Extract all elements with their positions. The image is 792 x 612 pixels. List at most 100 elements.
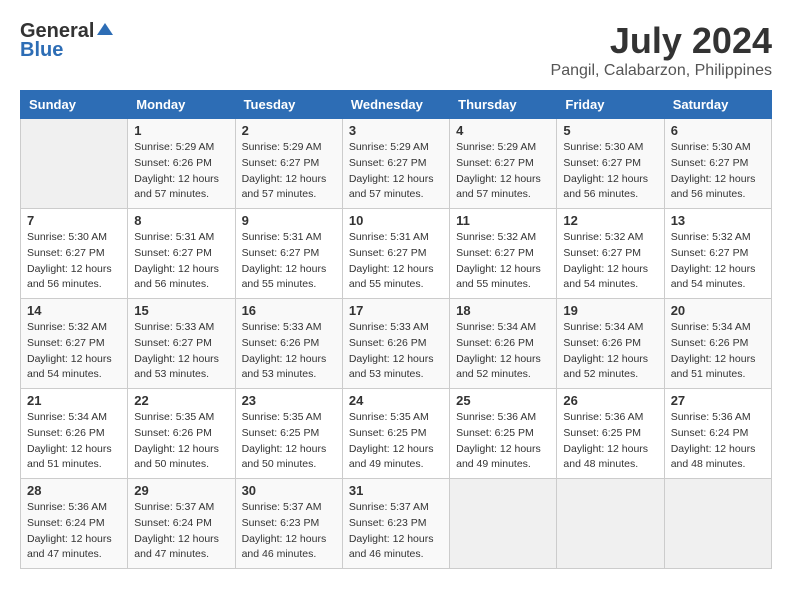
- day-info: Sunrise: 5:30 AM Sunset: 6:27 PM Dayligh…: [671, 140, 765, 203]
- calendar-cell: 7Sunrise: 5:30 AM Sunset: 6:27 PM Daylig…: [21, 209, 128, 299]
- calendar-cell: 11 Sunrise: 5:32 AM Sunset: 6:27 PM Dayli…: [450, 209, 557, 299]
- day-number: 20: [671, 303, 765, 318]
- day-info: Sunrise: 5:29 AM Sunset: 6:26 PM Dayligh…: [134, 140, 228, 203]
- calendar-cell: 6 Sunrise: 5:30 AM Sunset: 6:27 PM Daylig…: [664, 119, 771, 209]
- calendar-cell: 18 Sunrise: 5:34 AM Sunset: 6:26 PM Dayli…: [450, 299, 557, 389]
- day-info: Sunrise: 5:35 AM Sunset: 6:25 PM Dayligh…: [242, 410, 336, 473]
- day-info: Sunrise: 5:37 AM Sunset: 6:24 PM Dayligh…: [134, 500, 228, 563]
- column-header-wednesday: Wednesday: [342, 91, 449, 119]
- calendar-week-row: 28 Sunrise: 5:36 AM Sunset: 6:24 PM Dayli…: [21, 479, 772, 569]
- calendar-cell: 13 Sunrise: 5:32 AM Sunset: 6:27 PM Dayli…: [664, 209, 771, 299]
- calendar-cell: 27 Sunrise: 5:36 AM Sunset: 6:24 PM Dayli…: [664, 389, 771, 479]
- calendar-cell: 25Sunrise: 5:36 AM Sunset: 6:25 PM Dayli…: [450, 389, 557, 479]
- day-number: 13: [671, 213, 765, 228]
- day-number: 5: [563, 123, 657, 138]
- day-number: 21: [27, 393, 121, 408]
- calendar-cell: 10 Sunrise: 5:31 AM Sunset: 6:27 PM Dayli…: [342, 209, 449, 299]
- day-info: Sunrise: 5:32 AM Sunset: 6:27 PM Dayligh…: [456, 230, 550, 293]
- calendar-week-row: 21 Sunrise: 5:34 AM Sunset: 6:26 PM Dayli…: [21, 389, 772, 479]
- calendar-cell: [664, 479, 771, 569]
- column-header-thursday: Thursday: [450, 91, 557, 119]
- calendar-cell: 9 Sunrise: 5:31 AM Sunset: 6:27 PM Daylig…: [235, 209, 342, 299]
- calendar-cell: 22Sunrise: 5:35 AM Sunset: 6:26 PM Dayli…: [128, 389, 235, 479]
- day-number: 4: [456, 123, 550, 138]
- calendar-cell: 29 Sunrise: 5:37 AM Sunset: 6:24 PM Dayli…: [128, 479, 235, 569]
- calendar-week-row: 14 Sunrise: 5:32 AM Sunset: 6:27 PM Dayli…: [21, 299, 772, 389]
- calendar-week-row: 1 Sunrise: 5:29 AM Sunset: 6:26 PM Daylig…: [21, 119, 772, 209]
- day-number: 26: [563, 393, 657, 408]
- calendar-cell: 19Sunrise: 5:34 AM Sunset: 6:26 PM Dayli…: [557, 299, 664, 389]
- logo-blue-text: Blue: [20, 39, 63, 62]
- day-info: Sunrise: 5:32 AM Sunset: 6:27 PM Dayligh…: [27, 320, 121, 383]
- day-number: 8: [134, 213, 228, 228]
- day-number: 9: [242, 213, 336, 228]
- day-number: 24: [349, 393, 443, 408]
- day-info: Sunrise: 5:35 AM Sunset: 6:25 PM Dayligh…: [349, 410, 443, 473]
- day-info: Sunrise: 5:29 AM Sunset: 6:27 PM Dayligh…: [242, 140, 336, 203]
- day-number: 10: [349, 213, 443, 228]
- column-header-tuesday: Tuesday: [235, 91, 342, 119]
- day-info: Sunrise: 5:33 AM Sunset: 6:26 PM Dayligh…: [349, 320, 443, 383]
- day-info: Sunrise: 5:36 AM Sunset: 6:24 PM Dayligh…: [27, 500, 121, 563]
- calendar-cell: [450, 479, 557, 569]
- calendar-header-row: SundayMondayTuesdayWednesdayThursdayFrid…: [21, 91, 772, 119]
- calendar-cell: 5 Sunrise: 5:30 AM Sunset: 6:27 PM Daylig…: [557, 119, 664, 209]
- day-info: Sunrise: 5:33 AM Sunset: 6:26 PM Dayligh…: [242, 320, 336, 383]
- location-title: Pangil, Calabarzon, Philippines: [551, 62, 772, 80]
- day-number: 29: [134, 483, 228, 498]
- calendar-cell: [557, 479, 664, 569]
- day-info: Sunrise: 5:34 AM Sunset: 6:26 PM Dayligh…: [671, 320, 765, 383]
- calendar-cell: 2 Sunrise: 5:29 AM Sunset: 6:27 PM Daylig…: [235, 119, 342, 209]
- day-info: Sunrise: 5:36 AM Sunset: 6:24 PM Dayligh…: [671, 410, 765, 473]
- calendar-cell: 21 Sunrise: 5:34 AM Sunset: 6:26 PM Dayli…: [21, 389, 128, 479]
- day-info: Sunrise: 5:29 AM Sunset: 6:27 PM Dayligh…: [456, 140, 550, 203]
- day-info: Sunrise: 5:36 AM Sunset: 6:25 PM Dayligh…: [456, 410, 550, 473]
- day-info: Sunrise: 5:34 AM Sunset: 6:26 PM Dayligh…: [563, 320, 657, 383]
- day-info: Sunrise: 5:32 AM Sunset: 6:27 PM Dayligh…: [671, 230, 765, 293]
- day-number: 1: [134, 123, 228, 138]
- day-number: 6: [671, 123, 765, 138]
- day-info: Sunrise: 5:31 AM Sunset: 6:27 PM Dayligh…: [242, 230, 336, 293]
- day-info: Sunrise: 5:34 AM Sunset: 6:26 PM Dayligh…: [27, 410, 121, 473]
- calendar-cell: 20 Sunrise: 5:34 AM Sunset: 6:26 PM Dayli…: [664, 299, 771, 389]
- calendar-table: SundayMondayTuesdayWednesdayThursdayFrid…: [20, 90, 772, 569]
- day-number: 27: [671, 393, 765, 408]
- calendar-cell: 12 Sunrise: 5:32 AM Sunset: 6:27 PM Dayli…: [557, 209, 664, 299]
- day-info: Sunrise: 5:32 AM Sunset: 6:27 PM Dayligh…: [563, 230, 657, 293]
- day-info: Sunrise: 5:34 AM Sunset: 6:26 PM Dayligh…: [456, 320, 550, 383]
- calendar-cell: [21, 119, 128, 209]
- day-number: 11: [456, 213, 550, 228]
- calendar-cell: 24 Sunrise: 5:35 AM Sunset: 6:25 PM Dayli…: [342, 389, 449, 479]
- day-info: Sunrise: 5:29 AM Sunset: 6:27 PM Dayligh…: [349, 140, 443, 203]
- calendar-cell: 15 Sunrise: 5:33 AM Sunset: 6:27 PM Dayli…: [128, 299, 235, 389]
- calendar-cell: 3Sunrise: 5:29 AM Sunset: 6:27 PM Daylig…: [342, 119, 449, 209]
- day-info: Sunrise: 5:33 AM Sunset: 6:27 PM Dayligh…: [134, 320, 228, 383]
- day-info: Sunrise: 5:30 AM Sunset: 6:27 PM Dayligh…: [563, 140, 657, 203]
- logo: General Blue: [20, 20, 113, 62]
- calendar-cell: 8Sunrise: 5:31 AM Sunset: 6:27 PM Daylig…: [128, 209, 235, 299]
- day-number: 12: [563, 213, 657, 228]
- day-number: 2: [242, 123, 336, 138]
- day-info: Sunrise: 5:36 AM Sunset: 6:25 PM Dayligh…: [563, 410, 657, 473]
- day-number: 28: [27, 483, 121, 498]
- day-number: 14: [27, 303, 121, 318]
- day-info: Sunrise: 5:37 AM Sunset: 6:23 PM Dayligh…: [349, 500, 443, 563]
- logo-triangle-icon: [97, 21, 113, 42]
- day-number: 7: [27, 213, 121, 228]
- day-number: 15: [134, 303, 228, 318]
- calendar-cell: 4 Sunrise: 5:29 AM Sunset: 6:27 PM Daylig…: [450, 119, 557, 209]
- calendar-cell: 14 Sunrise: 5:32 AM Sunset: 6:27 PM Dayli…: [21, 299, 128, 389]
- day-info: Sunrise: 5:35 AM Sunset: 6:26 PM Dayligh…: [134, 410, 228, 473]
- day-number: 30: [242, 483, 336, 498]
- column-header-saturday: Saturday: [664, 91, 771, 119]
- day-number: 31: [349, 483, 443, 498]
- day-number: 16: [242, 303, 336, 318]
- calendar-cell: 1 Sunrise: 5:29 AM Sunset: 6:26 PM Daylig…: [128, 119, 235, 209]
- column-header-monday: Monday: [128, 91, 235, 119]
- day-number: 17: [349, 303, 443, 318]
- day-number: 18: [456, 303, 550, 318]
- day-info: Sunrise: 5:31 AM Sunset: 6:27 PM Dayligh…: [349, 230, 443, 293]
- column-header-friday: Friday: [557, 91, 664, 119]
- calendar-cell: 31 Sunrise: 5:37 AM Sunset: 6:23 PM Dayli…: [342, 479, 449, 569]
- month-title: July 2024: [551, 20, 772, 62]
